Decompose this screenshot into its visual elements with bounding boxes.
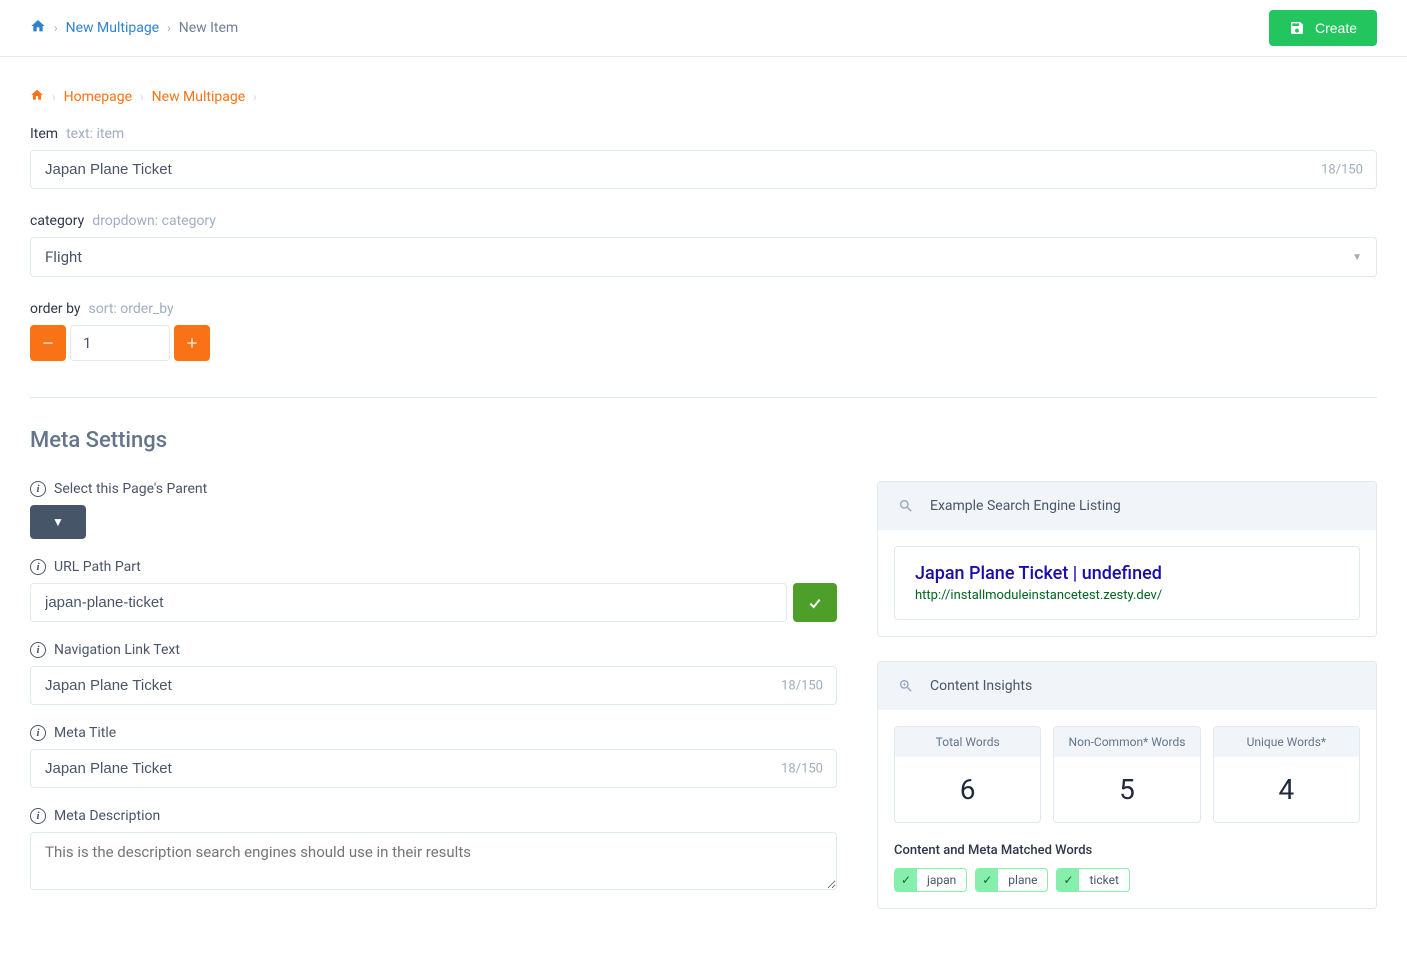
tag-plane: ✓ plane (975, 868, 1048, 892)
meta-desc-label: i Meta Description (30, 808, 837, 824)
home-icon[interactable] (30, 18, 46, 38)
check-icon: ✓ (895, 869, 917, 891)
meta-desc-input[interactable] (30, 832, 837, 890)
create-button-label: Create (1315, 20, 1357, 36)
serp-title: Japan Plane Ticket | undefined (915, 563, 1339, 584)
insights-header-label: Content Insights (930, 678, 1032, 694)
item-label: Item text: item (30, 126, 1377, 142)
decrement-button[interactable] (30, 325, 66, 361)
parent-select-dropdown[interactable]: ▼ (30, 505, 86, 539)
url-confirm-button[interactable] (793, 583, 837, 622)
order-by-label: order by sort: order_by (30, 301, 1377, 317)
parent-label: i Select this Page's Parent (30, 481, 837, 497)
unique-words-card: Unique Words* 4 (1213, 726, 1360, 823)
tag-ticket: ✓ ticket (1056, 868, 1129, 892)
meta-title-char-count: 18/150 (781, 761, 823, 776)
tag-japan: ✓ japan (894, 868, 967, 892)
check-icon: ✓ (1057, 869, 1079, 891)
url-path-label: i URL Path Part (30, 559, 837, 575)
chevron-right-icon: › (167, 21, 171, 35)
search-icon (898, 498, 914, 514)
minus-icon (41, 336, 55, 350)
chevron-right-icon: › (52, 90, 56, 104)
total-words-card: Total Words 6 (894, 726, 1041, 823)
breadcrumb-new-item: New Item (179, 20, 239, 36)
info-icon: i (30, 642, 46, 658)
matched-tags: ✓ japan ✓ plane ✓ ticket (894, 868, 1360, 892)
create-button[interactable]: Create (1269, 10, 1377, 46)
info-icon: i (30, 481, 46, 497)
breadcrumb-top: › New Multipage › New Item (30, 18, 238, 38)
zoom-in-icon (898, 678, 914, 694)
noncommon-words-card: Non-Common* Words 5 (1053, 726, 1200, 823)
serp-header-label: Example Search Engine Listing (930, 498, 1121, 514)
order-by-value[interactable]: 1 (70, 325, 170, 361)
meta-title-input[interactable] (30, 749, 837, 788)
insights-panel: Content Insights Total Words 6 Non-Commo… (877, 661, 1377, 909)
caret-down-icon: ▼ (1352, 252, 1362, 263)
nav-link-char-count: 18/150 (781, 678, 823, 693)
serp-panel: Example Search Engine Listing Japan Plan… (877, 481, 1377, 637)
category-dropdown[interactable]: Flight ▼ (30, 237, 1377, 277)
home-icon[interactable] (30, 87, 44, 106)
nav-link-input[interactable] (30, 666, 837, 705)
chevron-right-icon: › (140, 90, 144, 104)
serp-url: http://installmoduleinstancetest.zesty.d… (915, 588, 1339, 603)
breadcrumb-new-multipage-2[interactable]: New Multipage (152, 89, 246, 105)
chevron-right-icon: › (54, 21, 58, 35)
caret-down-icon: ▼ (52, 515, 64, 529)
category-value: Flight (45, 248, 82, 266)
item-input[interactable] (30, 150, 1377, 189)
category-label: category dropdown: category (30, 213, 1377, 229)
item-char-count: 18/150 (1321, 162, 1363, 177)
save-icon (1289, 20, 1305, 36)
matched-words-label: Content and Meta Matched Words (894, 843, 1360, 858)
info-icon: i (30, 559, 46, 575)
meta-settings-title: Meta Settings (30, 428, 1377, 453)
breadcrumb-new-multipage[interactable]: New Multipage (66, 20, 160, 36)
increment-button[interactable] (174, 325, 210, 361)
breadcrumb-secondary: › Homepage › New Multipage › (30, 87, 1377, 106)
nav-link-label: i Navigation Link Text (30, 642, 837, 658)
plus-icon (185, 336, 199, 350)
info-icon: i (30, 808, 46, 824)
check-icon: ✓ (976, 869, 998, 891)
url-path-input[interactable] (30, 583, 787, 622)
meta-title-label: i Meta Title (30, 725, 837, 741)
breadcrumb-homepage[interactable]: Homepage (64, 89, 132, 105)
check-icon (807, 595, 823, 611)
chevron-right-icon: › (253, 90, 257, 104)
info-icon: i (30, 725, 46, 741)
